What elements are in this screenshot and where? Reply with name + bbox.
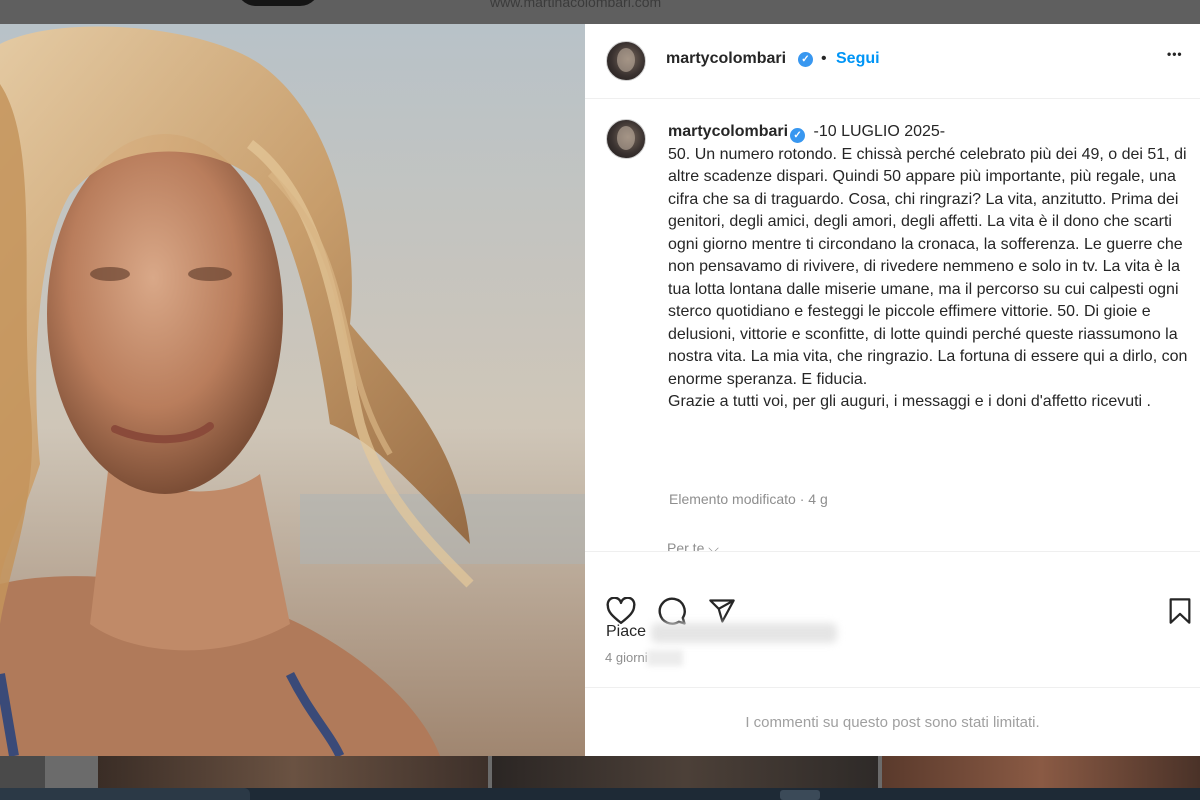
see-translation-link[interactable]: Per te ⌵ <box>667 540 719 551</box>
bookmark-icon[interactable] <box>1168 597 1192 625</box>
post-date: 4 giorni <box>605 650 648 665</box>
likes-names-blurred <box>651 623 837 643</box>
portrait-illustration <box>0 24 585 756</box>
grid-thumbnail <box>492 756 878 788</box>
avatar[interactable] <box>606 41 646 81</box>
caption-text: martycolombari ✓ -10 LUGLIO 2025- 50. Un … <box>668 121 1188 414</box>
post-date-blur <box>647 650 683 666</box>
caption-body: 50. Un numero rotondo. E chissà perché c… <box>668 145 1188 388</box>
verified-badge-icon: ✓ <box>798 52 813 67</box>
background-grid-thumbnails <box>0 756 1200 788</box>
post-header: martycolombari ✓ • Segui ••• <box>585 24 1200 99</box>
background-profile-avatar <box>236 0 320 6</box>
caption-thanks: Grazie a tutti voi, per gli auguri, i me… <box>668 393 1151 410</box>
comments-limited-notice: I commenti su questo post sono stati lim… <box>585 687 1200 758</box>
post-panel: martycolombari ✓ • Segui ••• martycolomb… <box>585 24 1200 756</box>
post-author-username[interactable]: martycolombari <box>666 50 786 68</box>
caption-section: martycolombari ✓ -10 LUGLIO 2025- 50. Un … <box>585 99 1200 551</box>
taskbar-app-icon[interactable] <box>780 790 820 800</box>
caption-edited-meta: Elemento modificato · 4 g <box>669 491 828 507</box>
more-options-icon[interactable]: ••• <box>1167 47 1183 61</box>
header-separator: • <box>821 50 827 67</box>
grid-thumbnail <box>0 756 45 788</box>
grid-thumbnail <box>882 756 1200 788</box>
share-icon[interactable] <box>708 597 736 625</box>
follow-button[interactable]: Segui <box>836 50 880 68</box>
grid-thumbnail <box>98 756 488 788</box>
caption-avatar[interactable] <box>606 119 646 159</box>
comment-icon[interactable] <box>657 596 687 626</box>
background-header: www.martinacolombari.com <box>0 0 1200 24</box>
caption-date-heading: -10 LUGLIO 2025- <box>813 123 946 140</box>
likes-prefix: Piace <box>606 623 647 640</box>
os-taskbar <box>0 788 1200 800</box>
caption-username[interactable]: martycolombari <box>668 123 788 140</box>
post-actions: Piace 4 giorni I commenti su questo post… <box>585 551 1200 757</box>
taskbar-search[interactable] <box>0 788 250 800</box>
post-photo <box>0 24 585 756</box>
heart-icon[interactable] <box>606 597 636 625</box>
background-website-link: www.martinacolombari.com <box>490 0 662 10</box>
verified-badge-icon: ✓ <box>790 128 806 143</box>
